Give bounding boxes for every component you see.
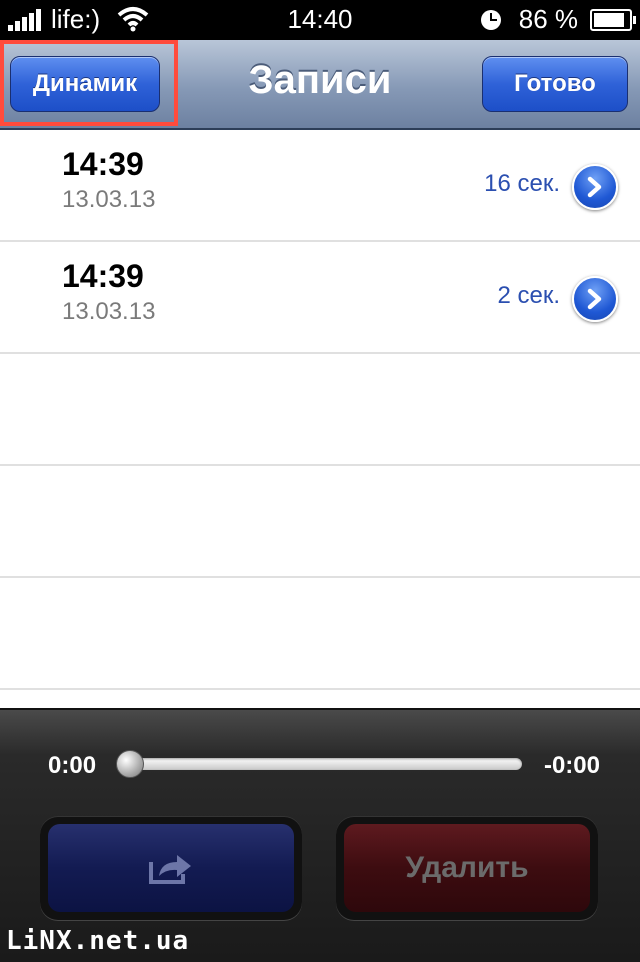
share-button[interactable] bbox=[48, 824, 294, 912]
scrubber-handle[interactable] bbox=[116, 750, 144, 778]
recording-date: 13.03.13 bbox=[62, 298, 156, 325]
elapsed-time: 0:00 bbox=[48, 752, 97, 779]
share-button-frame bbox=[40, 816, 302, 920]
alarm-clock-icon bbox=[480, 9, 501, 30]
empty-row bbox=[0, 578, 640, 690]
list-item[interactable]: 14:39 13.03.13 16 сек. bbox=[0, 130, 640, 242]
playback-panel: 0:00 -0:00 Удалить bbox=[0, 708, 640, 962]
empty-row bbox=[0, 466, 640, 578]
delete-button-frame: Удалить bbox=[336, 816, 598, 920]
list-item[interactable]: 14:39 13.03.13 2 сек. bbox=[0, 242, 640, 354]
battery-icon bbox=[590, 8, 636, 31]
remaining-time: -0:00 bbox=[543, 752, 600, 779]
recordings-list: 14:39 13.03.13 16 сек. 14:39 13.03.13 2 … bbox=[0, 130, 640, 708]
chevron-right-icon[interactable] bbox=[572, 164, 618, 210]
watermark: LiNX.net.ua bbox=[6, 926, 190, 956]
delete-button[interactable]: Удалить bbox=[344, 824, 590, 912]
empty-row bbox=[0, 354, 640, 466]
recording-duration: 2 сек. bbox=[497, 282, 560, 309]
done-button[interactable]: Готово bbox=[482, 56, 628, 112]
recording-time: 14:39 bbox=[62, 146, 144, 182]
battery-percent: 86 % bbox=[518, 4, 578, 34]
recording-time: 14:39 bbox=[62, 258, 144, 294]
status-right: 86 % bbox=[480, 4, 636, 35]
chevron-right-icon[interactable] bbox=[572, 276, 618, 322]
status-bar: life:) 14:40 86 % bbox=[0, 0, 640, 40]
share-icon bbox=[149, 855, 191, 884]
recording-duration: 16 сек. bbox=[484, 170, 560, 197]
navigation-bar: Динамик Записи Готово bbox=[0, 40, 640, 130]
progress-track[interactable] bbox=[128, 758, 522, 770]
recording-date: 13.03.13 bbox=[62, 186, 156, 213]
